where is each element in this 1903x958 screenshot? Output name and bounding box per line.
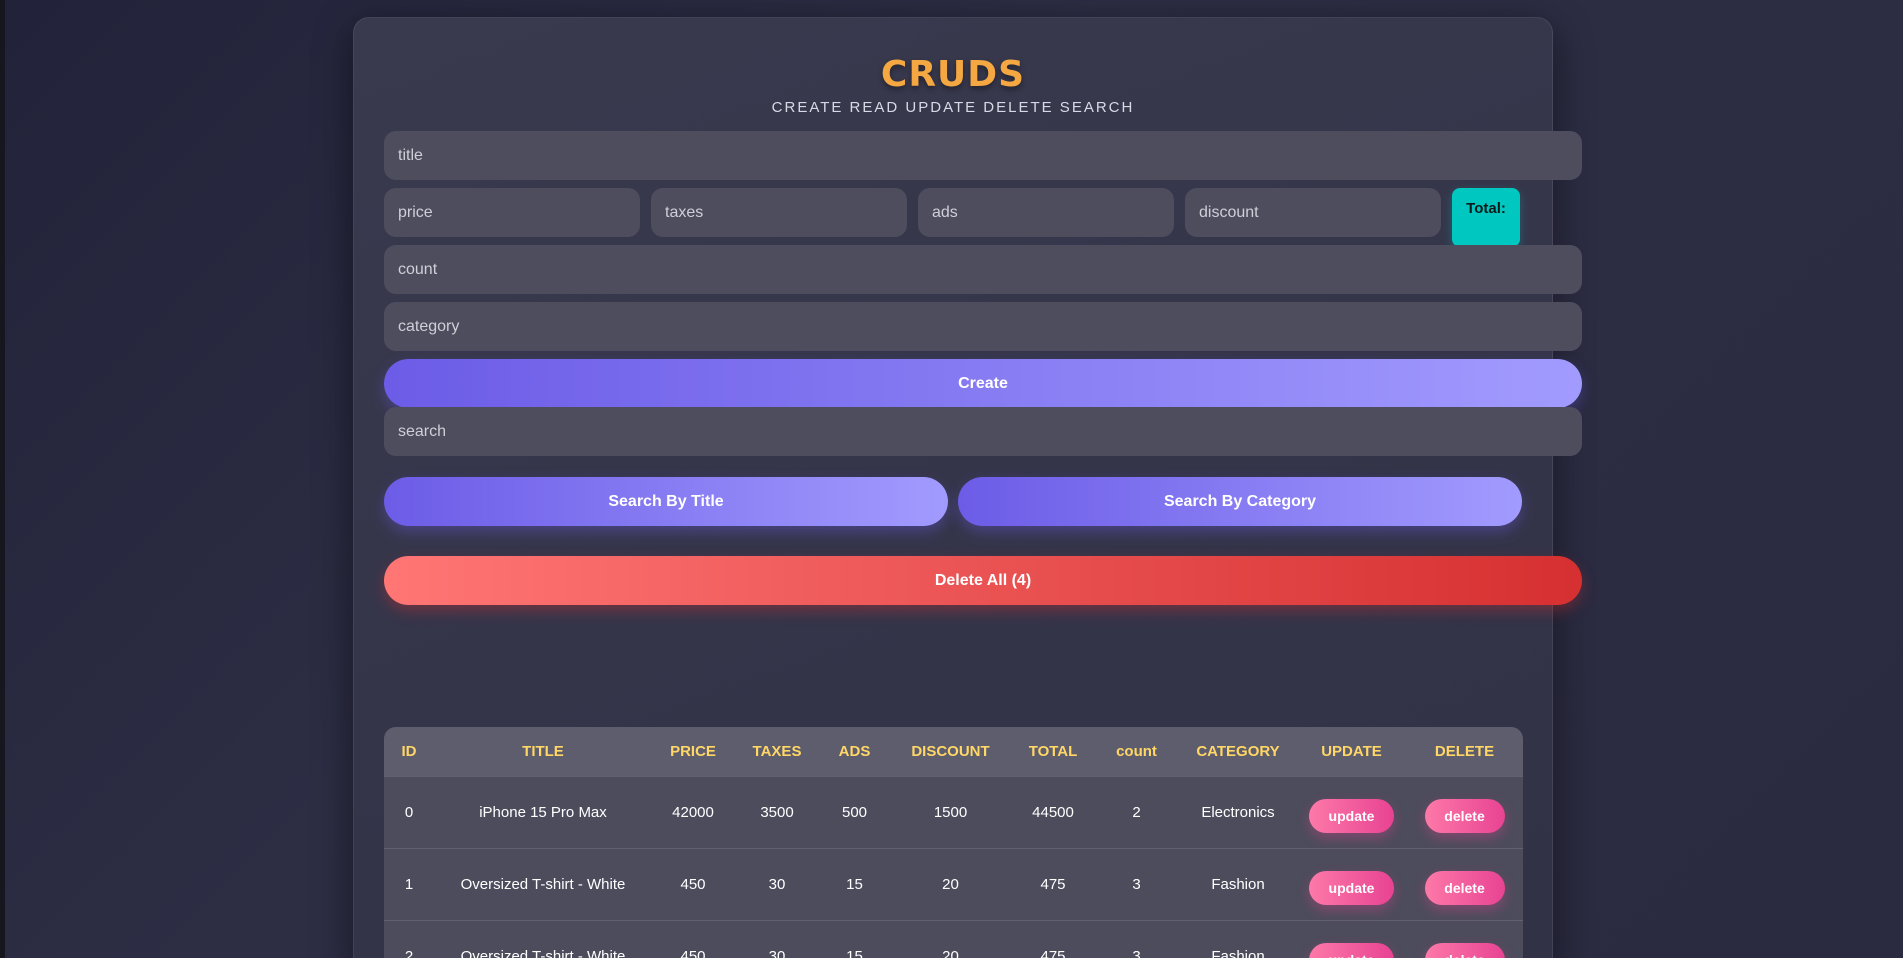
cell-taxes: 30 (768, 947, 786, 958)
cell-taxes: 3500 (760, 803, 794, 821)
cell-count: 3 (1132, 947, 1141, 958)
title-input[interactable] (384, 131, 1582, 180)
cell-total: 475 (1040, 947, 1066, 958)
ads-input[interactable] (918, 188, 1174, 237)
header-id: ID (401, 742, 417, 760)
discount-input[interactable] (1185, 188, 1441, 237)
cell-total: 475 (1040, 875, 1066, 893)
delete-all-button[interactable]: Delete All (4) (384, 556, 1582, 605)
header-title: TITLE (522, 742, 564, 760)
cell-price: 450 (680, 875, 706, 893)
cell-count: 2 (1132, 803, 1141, 821)
cell-category: Electronics (1201, 803, 1275, 821)
delete-button[interactable]: delete (1424, 871, 1505, 905)
search-input[interactable] (384, 407, 1582, 456)
header-total: TOTAL (1028, 742, 1078, 760)
header-discount: DISCOUNT (911, 742, 990, 760)
cell-category: Fashion (1211, 875, 1265, 893)
header: CRUDS CREATE READ UPDATE DELETE SEARCH (354, 18, 1552, 116)
products-table: ID TITLE PRICE TAXES ADS DISCOUNT TOTAL … (384, 727, 1523, 958)
cell-delete: delete (1406, 776, 1523, 848)
search-by-category-button[interactable]: Search By Category (958, 477, 1522, 526)
page-title: CRUDS (880, 54, 1026, 95)
table-row: 0 iPhone 15 Pro Max 42000 3500 500 1500 … (384, 776, 1523, 848)
search-by-title-button[interactable]: Search By Title (384, 477, 948, 526)
cell-id: 2 (404, 947, 414, 958)
price-row: Total: (384, 188, 1523, 247)
window-edge (0, 0, 5, 958)
cell-ads: 15 (846, 947, 863, 958)
cell-update: update (1297, 776, 1406, 848)
cell-category: Fashion (1211, 947, 1265, 958)
table-row: 1 Oversized T-shirt - White 450 30 15 20… (384, 848, 1523, 920)
update-button[interactable]: update (1309, 799, 1394, 833)
category-input[interactable] (384, 302, 1582, 351)
update-button[interactable]: update (1309, 871, 1394, 905)
cell-price: 42000 (672, 803, 714, 821)
cell-id: 1 (404, 875, 414, 893)
cell-count: 3 (1132, 875, 1141, 893)
table-header-row: ID TITLE PRICE TAXES ADS DISCOUNT TOTAL … (384, 727, 1523, 776)
cell-title: iPhone 15 Pro Max (479, 803, 607, 821)
cell-title: Oversized T-shirt - White (460, 875, 626, 893)
update-button[interactable]: update (1309, 943, 1394, 958)
table-row: 2 Oversized T-shirt - White 450 30 15 20… (384, 920, 1523, 958)
cell-discount: 20 (942, 947, 959, 958)
cell-total: 44500 (1032, 803, 1074, 821)
taxes-input[interactable] (651, 188, 907, 237)
header-ads: ADS (838, 742, 871, 760)
header-delete: DELETE (1434, 742, 1495, 760)
cell-delete: delete (1406, 920, 1523, 958)
cell-title: Oversized T-shirt - White (460, 947, 626, 958)
search-buttons: Search By Title Search By Category (384, 477, 1523, 526)
cell-update: update (1297, 920, 1406, 958)
cell-taxes: 30 (768, 875, 786, 893)
price-input[interactable] (384, 188, 640, 237)
cell-price: 450 (680, 947, 706, 958)
cell-id: 0 (404, 803, 414, 821)
create-button[interactable]: Create (384, 359, 1582, 408)
cruds-card: CRUDS CREATE READ UPDATE DELETE SEARCH T… (353, 17, 1582, 958)
cell-discount: 1500 (933, 803, 968, 821)
header-price: PRICE (670, 742, 716, 760)
count-input[interactable] (384, 245, 1582, 294)
cell-ads: 500 (841, 803, 868, 821)
header-category: CATEGORY (1196, 742, 1280, 760)
page-subtitle: CREATE READ UPDATE DELETE SEARCH (771, 99, 1135, 116)
delete-button[interactable]: delete (1424, 943, 1505, 958)
cell-ads: 15 (846, 875, 863, 893)
cell-discount: 20 (942, 875, 959, 893)
cell-update: update (1297, 848, 1406, 920)
cell-delete: delete (1406, 848, 1523, 920)
header-taxes: TAXES (752, 742, 802, 760)
delete-button[interactable]: delete (1424, 799, 1505, 833)
total-badge: Total: (1452, 188, 1520, 247)
header-update: UPDATE (1321, 742, 1382, 760)
header-count: count (1116, 742, 1157, 760)
